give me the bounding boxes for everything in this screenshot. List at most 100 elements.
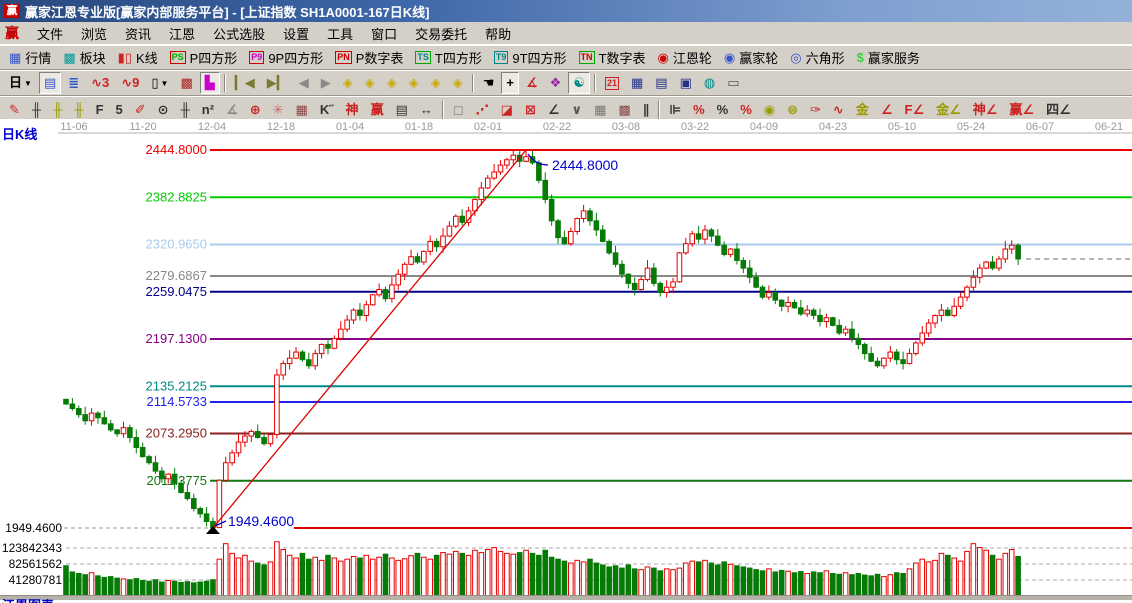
knife-tool[interactable]: ✐ <box>130 99 151 121</box>
percent-line-tool[interactable]: % <box>735 99 757 121</box>
ying-angle-tool[interactable]: 赢∠ <box>1004 99 1039 121</box>
menu-item-8[interactable]: 交易委托 <box>406 22 476 45</box>
f-fence-tool[interactable]: F <box>91 99 109 121</box>
bottom-tab-label[interactable]: 江恩图表 <box>2 599 222 603</box>
quotes-button[interactable]: ▦ 行情 <box>4 47 56 69</box>
box-lines-tool[interactable]: ⊠ <box>520 99 541 121</box>
wave3-button[interactable]: ∿3 <box>86 72 114 94</box>
menu-item-4[interactable]: 公式选股 <box>204 22 274 45</box>
period-day-button[interactable]: 日 ▼ <box>4 72 37 94</box>
fan-box-tool[interactable]: ◪ <box>496 99 518 121</box>
wave-ab-tool[interactable]: ∿ <box>828 99 849 121</box>
si-angle-tool[interactable]: 四∠ <box>1041 99 1076 121</box>
prev-page-button[interactable]: ◀ <box>294 72 314 94</box>
gann-grid-box-tool[interactable]: ▦ <box>291 99 313 121</box>
crosshair-button[interactable]: + <box>501 72 520 94</box>
diamond-v-button[interactable]: ◈ <box>426 72 446 94</box>
gold-circle-tool[interactable]: ◉ <box>759 99 780 121</box>
hexagon-button[interactable]: ◎ 六角形 <box>785 47 849 69</box>
pen-tool[interactable]: ✎ <box>4 99 25 121</box>
gold-fence2-tool[interactable]: ╫ <box>69 99 88 121</box>
menu-item-0[interactable]: 文件 <box>28 22 72 45</box>
percent-retrace-tool[interactable]: % <box>688 99 710 121</box>
grid-tool[interactable]: ▦ <box>589 99 611 121</box>
gold-angle-tool[interactable]: 金∠ <box>931 99 966 121</box>
angle-lines-tool[interactable]: ∠ <box>543 99 565 121</box>
grid2-tool[interactable]: ▩ <box>613 99 635 121</box>
sectors-button[interactable]: ▩ 板块 <box>58 47 110 69</box>
menu-item-2[interactable]: 资讯 <box>116 22 160 45</box>
diamond-x-button[interactable]: ◈ <box>404 72 424 94</box>
last-page-button[interactable]: ▶▎ <box>262 72 292 94</box>
hand-tool-button[interactable]: ☚ <box>478 72 500 94</box>
calendar-button[interactable]: 21 <box>600 72 624 94</box>
percent-tool[interactable]: % <box>712 99 734 121</box>
kline-chart-panel[interactable]: 日K线 11-06 11-20 12-04 12-18 01-04 01-18 02-01 0… <box>0 119 1132 597</box>
shen-angle-tool[interactable]: 神∠ <box>968 99 1003 121</box>
p-table-button[interactable]: PN P数字表 <box>330 47 408 69</box>
angle-ruler-tool[interactable]: ∡ <box>221 99 243 121</box>
p-square-button[interactable]: PS P四方形 <box>165 47 243 69</box>
fan-lines-tool[interactable]: ⋰ <box>471 99 494 121</box>
period-day-button-dropdown-icon[interactable]: ▼ <box>24 79 32 88</box>
zigzag-tool[interactable]: ∨ <box>567 99 588 121</box>
ying-fence-tool[interactable]: 赢 <box>366 99 389 121</box>
gann-shape-button[interactable]: ❖ <box>545 72 567 94</box>
gold-line-tool[interactable]: ⊜ <box>782 99 803 121</box>
ruler-123-tool[interactable]: ▤ <box>391 99 413 121</box>
menu-item-3[interactable]: 江恩 <box>160 22 204 45</box>
gold-fence-tool[interactable]: ╫ <box>48 99 67 121</box>
menu-item-5[interactable]: 设置 <box>274 22 318 45</box>
spiral-fence-tool[interactable]: 5 <box>111 99 128 121</box>
gann-style-button[interactable]: ▩ <box>175 72 197 94</box>
t-table-button[interactable]: TN T数字表 <box>574 47 651 69</box>
menu-item-7[interactable]: 窗口 <box>362 22 406 45</box>
candle-style-button-dropdown-icon[interactable]: ▼ <box>161 79 169 88</box>
calculator-button[interactable]: ▦ <box>626 72 648 94</box>
candle-style-button[interactable]: ▯ ▼ <box>146 72 173 94</box>
f-angle-tool[interactable]: F∠ <box>900 99 930 121</box>
gold-hline-tool[interactable]: 金 <box>851 99 874 121</box>
time-cycle-tool[interactable]: ⊙ <box>153 99 174 121</box>
parallel-lines-tool[interactable]: ∥ <box>638 99 655 121</box>
k-count-tool[interactable]: K˝ <box>315 99 339 121</box>
diamond-left-button[interactable]: ◈ <box>338 72 358 94</box>
levels-tool[interactable]: ⊫ <box>664 99 686 121</box>
winner-wheel-button[interactable]: ◉ 赢家轮 <box>719 47 783 69</box>
first-page-button[interactable]: ▎◀ <box>230 72 260 94</box>
menu-item-1[interactable]: 浏览 <box>72 22 116 45</box>
diamond-right-button[interactable]: ◈ <box>360 72 380 94</box>
gann-star-tool[interactable]: ✳ <box>268 99 289 121</box>
9t-square-button[interactable]: T9 9T四方形 <box>489 47 572 69</box>
kline-button[interactable]: ▮▯ K线 <box>113 47 163 69</box>
n-square-tool[interactable]: n² <box>197 99 219 121</box>
shen-fence-tool[interactable]: 神 <box>341 99 364 121</box>
price-fence-tool[interactable]: ╫ <box>27 99 46 121</box>
angle-measure-button[interactable]: ∡ <box>521 72 543 94</box>
info-button[interactable]: ≣ <box>63 72 84 94</box>
save-button[interactable]: ▣ <box>675 72 697 94</box>
gann-circle-tool[interactable]: ⊕ <box>245 99 266 121</box>
diamond-cross-button[interactable]: ◈ <box>448 72 468 94</box>
menu-item-6[interactable]: 工具 <box>318 22 362 45</box>
color-bars-button[interactable]: ▙ <box>199 72 220 94</box>
menu-item-9[interactable]: 帮助 <box>476 22 520 45</box>
t-square-button[interactable]: TS T四方形 <box>410 47 486 69</box>
winner-service-button[interactable]: $ 赢家服务 <box>852 47 925 69</box>
next-page-button[interactable]: ▶ <box>316 72 336 94</box>
kline-chart-canvas[interactable]: 11-06 11-20 12-04 12-18 01-04 01-18 02-01 02-22… <box>0 119 1132 597</box>
diamond-h-button[interactable]: ◈ <box>382 72 402 94</box>
box-tool[interactable]: ◻ <box>448 99 469 121</box>
gann-brain-button[interactable]: ☯ <box>568 72 590 94</box>
width-measure-tool[interactable]: ↔ <box>415 99 438 121</box>
web-button[interactable]: ◍ <box>699 72 720 94</box>
wave9-button[interactable]: ∿9 <box>116 72 144 94</box>
print-button[interactable]: ▭ <box>722 72 744 94</box>
notepad-button[interactable]: ▤ <box>650 72 672 94</box>
main-chart-button[interactable]: ▤ <box>38 72 62 94</box>
gann-wheel-button[interactable]: ◉ 江恩轮 <box>653 47 717 69</box>
fence-tool[interactable]: ╫ <box>176 99 195 121</box>
9p-square-button[interactable]: P9 9P四方形 <box>244 47 328 69</box>
angle-red-tool[interactable]: ∠ <box>876 99 898 121</box>
brush-tool[interactable]: ✑ <box>805 99 826 121</box>
